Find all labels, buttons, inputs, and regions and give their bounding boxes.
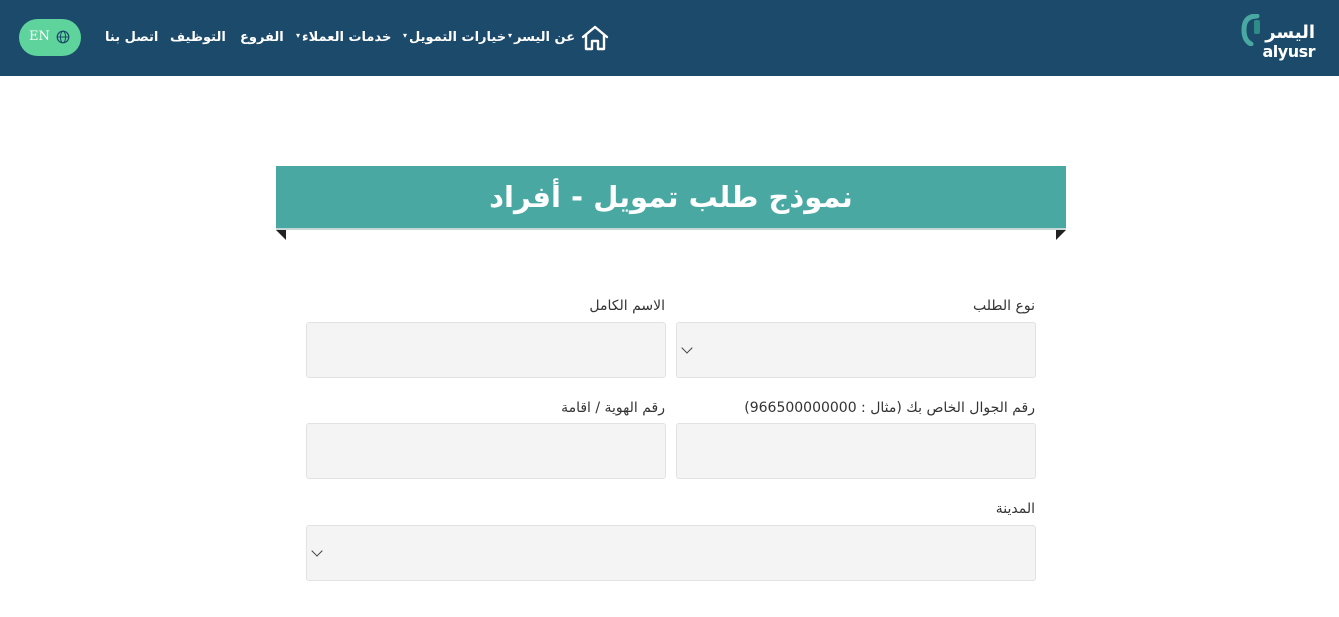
form-title-banner: نموذج طلب تمويل - أفراد	[276, 166, 1066, 230]
nav-about[interactable]: عن اليسر▾	[508, 30, 575, 45]
request-type-label: نوع الطلب	[973, 298, 1035, 314]
id-number-input[interactable]	[306, 423, 666, 479]
home-icon[interactable]	[580, 24, 610, 52]
logo-mark-icon	[1241, 14, 1260, 46]
chevron-down-icon: ▾	[296, 31, 301, 40]
full-name-label: الاسم الكامل	[589, 298, 665, 314]
globe-icon	[56, 30, 70, 44]
nav-financing[interactable]: خيارات التمويل▾	[403, 30, 506, 45]
city-label: المدينة	[995, 501, 1035, 517]
logo-text-ar: اليسر	[1265, 22, 1315, 43]
request-type-select[interactable]	[676, 322, 1036, 378]
nav-customer-services-label: خدمات العملاء	[302, 30, 392, 45]
nav-customer-services[interactable]: خدمات العملاء▾	[296, 30, 391, 45]
banner-fold-right	[1056, 230, 1066, 240]
mobile-label: رقم الجوال الخاص بك (مثال : 966500000000…	[744, 400, 1035, 416]
brand-logo[interactable]: اليسر alyusr	[1241, 12, 1315, 62]
chevron-down-icon	[681, 342, 693, 354]
chevron-down-icon	[311, 545, 323, 557]
banner-fold-left	[276, 230, 286, 240]
language-toggle-button[interactable]: EN	[19, 19, 81, 56]
nav-careers[interactable]: التوظيف	[170, 30, 226, 45]
page-title: نموذج طلب تمويل - أفراد	[489, 180, 853, 214]
city-select[interactable]	[306, 525, 1036, 581]
full-name-input[interactable]	[306, 322, 666, 378]
nav-branches[interactable]: الفروع	[240, 30, 284, 45]
nav-financing-label: خيارات التمويل	[409, 30, 507, 45]
nav-about-label: عن اليسر	[514, 30, 576, 45]
nav-contact[interactable]: اتصل بنا	[105, 30, 158, 45]
mobile-input[interactable]	[676, 423, 1036, 479]
logo-text-en: alyusr	[1262, 42, 1315, 61]
id-number-label: رقم الهوية / اقامة	[561, 400, 665, 416]
chevron-down-icon: ▾	[508, 31, 513, 40]
language-label: EN	[29, 29, 50, 44]
site-header: اليسر alyusr عن اليسر▾ خيارات التمويل▾ خ…	[0, 0, 1339, 76]
chevron-down-icon: ▾	[403, 31, 408, 40]
